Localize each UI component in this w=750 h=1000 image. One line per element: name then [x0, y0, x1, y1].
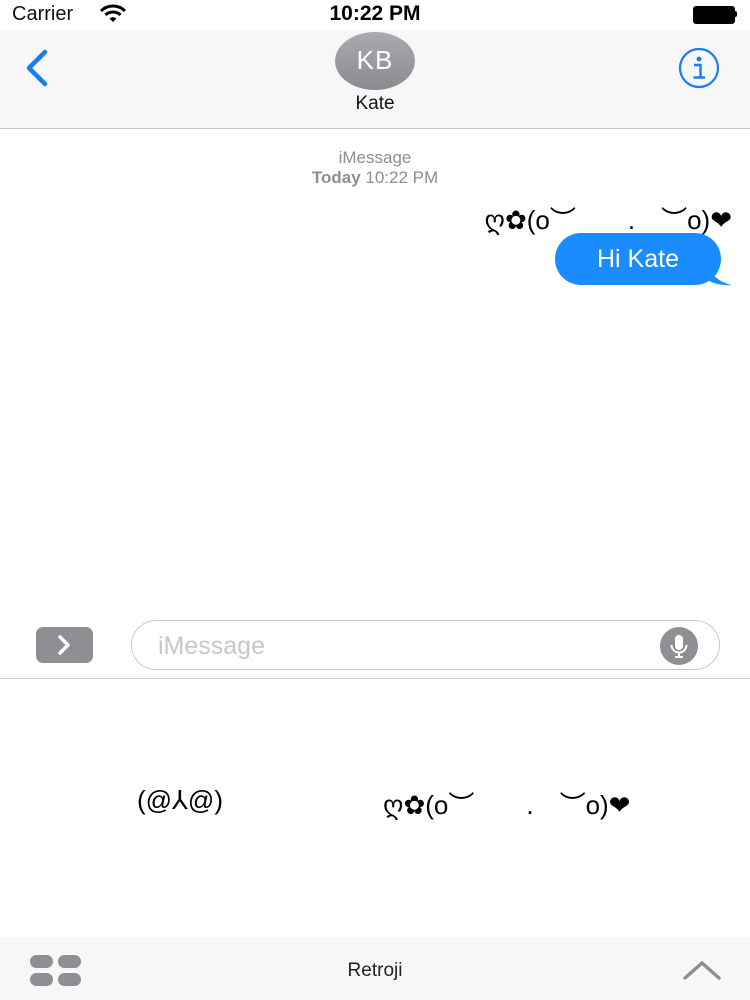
sent-message-bubble[interactable]: Hi Kate — [555, 233, 721, 285]
battery-icon — [693, 6, 737, 24]
message-input-placeholder: iMessage — [158, 632, 265, 660]
app-bar: Retroji — [0, 938, 750, 1000]
message-timestamp: Today 10:22 PM — [0, 168, 750, 188]
status-time: 10:22 PM — [329, 2, 421, 25]
avatar[interactable]: KB — [335, 32, 415, 90]
chevron-right-icon — [58, 635, 70, 655]
info-icon[interactable] — [678, 47, 720, 89]
apps-toggle-button[interactable] — [36, 627, 93, 663]
sent-sticker-message[interactable]: ღ✿(o︶ . ︶o)❤ — [485, 200, 732, 237]
contact-name[interactable]: Kate — [0, 93, 750, 115]
sticker-drawer: (@⅄@) ღ✿(o︶ . ︶o)❤ — [0, 679, 750, 937]
conversation-header: KB Kate — [0, 30, 750, 129]
microphone-icon — [670, 635, 688, 658]
chevron-up-icon[interactable] — [682, 958, 722, 982]
app-name: Retroji — [347, 960, 403, 981]
sticker-item[interactable]: (@⅄@) — [137, 785, 223, 816]
timestamp-time: 10:22 PM — [365, 168, 439, 187]
back-chevron-icon[interactable] — [20, 48, 54, 88]
message-input[interactable]: iMessage — [131, 620, 720, 670]
microphone-button[interactable] — [660, 627, 698, 665]
status-bar: Carrier 10:22 PM — [0, 0, 750, 30]
service-label: iMessage — [338, 148, 412, 167]
sticker-item[interactable]: ღ✿(o︶ . ︶o)❤ — [383, 785, 630, 822]
timestamp-day: Today — [311, 168, 361, 187]
